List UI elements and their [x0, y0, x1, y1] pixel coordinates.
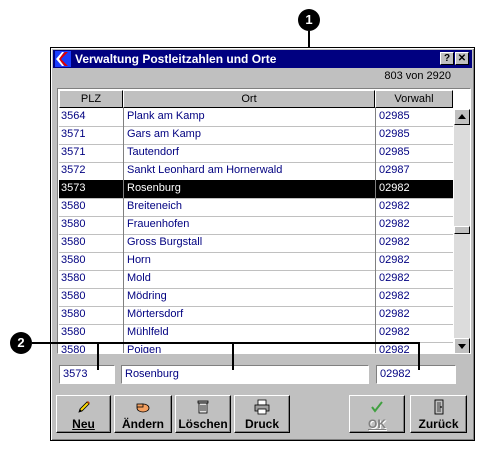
title-bar: Verwaltung Postleitzahlen und Orte ? ✕ [53, 50, 472, 68]
plz-cell: 3571 [61, 128, 86, 140]
ort-cell: Mödring [127, 290, 167, 302]
door-exit-icon [411, 399, 466, 415]
printer-icon [235, 399, 289, 415]
new-button[interactable]: Neu [56, 395, 111, 433]
new-button-label: Neu [72, 417, 95, 431]
column-header-vorwahl[interactable]: Vorwahl [375, 90, 453, 108]
ort-cell: Mold [127, 272, 151, 284]
ort-cell: Horn [127, 254, 151, 266]
callout-2-drop-plz [97, 342, 99, 370]
callout-1: 1 [298, 9, 320, 31]
change-button[interactable]: Ändern [114, 395, 172, 433]
record-counter: 803 von 2920 [384, 70, 451, 82]
plz-cell: 3580 [61, 254, 86, 266]
plz-cell: 3580 [61, 218, 86, 230]
ort-cell: Tautendorf [127, 146, 179, 158]
plz-field[interactable]: 3573 [59, 365, 115, 384]
column-header-ort[interactable]: Ort [123, 90, 375, 108]
vertical-scrollbar[interactable] [454, 109, 470, 353]
table-row[interactable]: 3580 Mörtersdorf 02982 [59, 306, 453, 325]
delete-button-label: Löschen [178, 417, 228, 431]
vorwahl-cell: 02985 [379, 146, 410, 158]
callout-2: 2 [10, 332, 32, 354]
vorwahl-cell: 02982 [379, 254, 410, 266]
ok-button-label: OK [368, 417, 386, 431]
table-row[interactable]: 3573 Rosenburg 02982 [59, 180, 453, 199]
vorwahl-cell: 02982 [379, 236, 410, 248]
vorwahl-cell: 02982 [379, 326, 410, 338]
close-button[interactable]: ✕ [455, 52, 469, 65]
plz-table: PLZ Ort Vorwahl 3564 Plank am Kamp 02985 35… [57, 88, 471, 354]
table-row[interactable]: 3580 Mühlfeld 02982 [59, 324, 453, 343]
callout-2-drop-vorwahl [418, 342, 420, 370]
callout-2-line [32, 342, 420, 344]
ort-cell: Sankt Leonhard am Hornerwald [127, 164, 283, 176]
vorwahl-cell: 02985 [379, 128, 410, 140]
vorwahl-cell: 02985 [379, 110, 410, 122]
hand-edit-icon [115, 399, 171, 415]
table-row[interactable]: 3571 Gars am Kamp 02985 [59, 126, 453, 145]
checkmark-icon [350, 399, 404, 415]
plz-cell: 3572 [61, 164, 86, 176]
back-button-label: Zurück [418, 417, 459, 431]
table-row[interactable]: 3571 Tautendorf 02985 [59, 144, 453, 163]
plz-cell: 3580 [61, 272, 86, 284]
plz-cell: 3580 [61, 200, 86, 212]
plz-cell: 3564 [61, 110, 86, 122]
ok-button[interactable]: OK [349, 395, 405, 433]
trash-icon [176, 399, 230, 415]
ort-cell: Gars am Kamp [127, 128, 201, 140]
table-row[interactable]: 3580 Frauenhofen 02982 [59, 216, 453, 235]
window-title: Verwaltung Postleitzahlen und Orte [75, 52, 277, 66]
print-button-label: Druck [244, 417, 279, 431]
app-logo-icon [55, 51, 71, 67]
vorwahl-field[interactable]: 02982 [376, 365, 456, 384]
vorwahl-cell: 02982 [379, 218, 410, 230]
column-header-plz[interactable]: PLZ [59, 90, 123, 108]
table-row[interactable]: 3580 Mold 02982 [59, 270, 453, 289]
back-button[interactable]: Zurück [410, 395, 467, 433]
table-row[interactable]: 3580 Horn 02982 [59, 252, 453, 271]
help-button[interactable]: ? [440, 52, 454, 65]
pencil-icon [57, 399, 110, 415]
scroll-down-arrow-icon[interactable] [454, 338, 470, 353]
ort-cell: Breiteneich [127, 200, 183, 212]
table-row[interactable]: 3572 Sankt Leonhard am Hornerwald 02987 [59, 162, 453, 181]
scrollbar-thumb[interactable] [454, 226, 470, 234]
vorwahl-cell: 02987 [379, 164, 410, 176]
column-divider [123, 108, 124, 353]
print-button[interactable]: Druck [234, 395, 290, 433]
scroll-up-arrow-icon[interactable] [454, 109, 470, 125]
table-row[interactable]: 3580 Gross Burgstall 02982 [59, 234, 453, 253]
delete-button[interactable]: Löschen [175, 395, 231, 433]
ort-cell: Mühlfeld [127, 326, 169, 338]
ort-cell: Mörtersdorf [127, 308, 184, 320]
vorwahl-cell: 02982 [379, 308, 410, 320]
ort-cell: Gross Burgstall [127, 236, 203, 248]
plz-cell: 3580 [61, 308, 86, 320]
plz-cell: 3580 [61, 326, 86, 338]
plz-cell: 3573 [61, 182, 86, 194]
ort-field[interactable]: Rosenburg [121, 365, 369, 384]
vorwahl-cell: 02982 [379, 182, 410, 194]
plz-cell: 3580 [61, 290, 86, 302]
table-row[interactable]: 3580 Mödring 02982 [59, 288, 453, 307]
table-row[interactable]: 3564 Plank am Kamp 02985 [59, 108, 453, 127]
plz-cell: 3571 [61, 146, 86, 158]
vorwahl-cell: 02982 [379, 200, 410, 212]
dialog-window: Verwaltung Postleitzahlen und Orte ? ✕ 8… [50, 47, 475, 441]
table-body: 3564 Plank am Kamp 02985 3571 Gars am Kamp 02… [59, 108, 453, 353]
ort-cell: Plank am Kamp [127, 110, 205, 122]
callout-2-drop-ort [232, 342, 234, 370]
vorwahl-cell: 02982 [379, 290, 410, 302]
vorwahl-cell: 02982 [379, 272, 410, 284]
ort-cell: Rosenburg [127, 182, 181, 194]
ort-cell: Frauenhofen [127, 218, 190, 230]
column-divider [375, 108, 376, 353]
table-row[interactable]: 3580 Breiteneich 02982 [59, 198, 453, 217]
change-button-label: Ändern [122, 417, 164, 431]
plz-cell: 3580 [61, 236, 86, 248]
